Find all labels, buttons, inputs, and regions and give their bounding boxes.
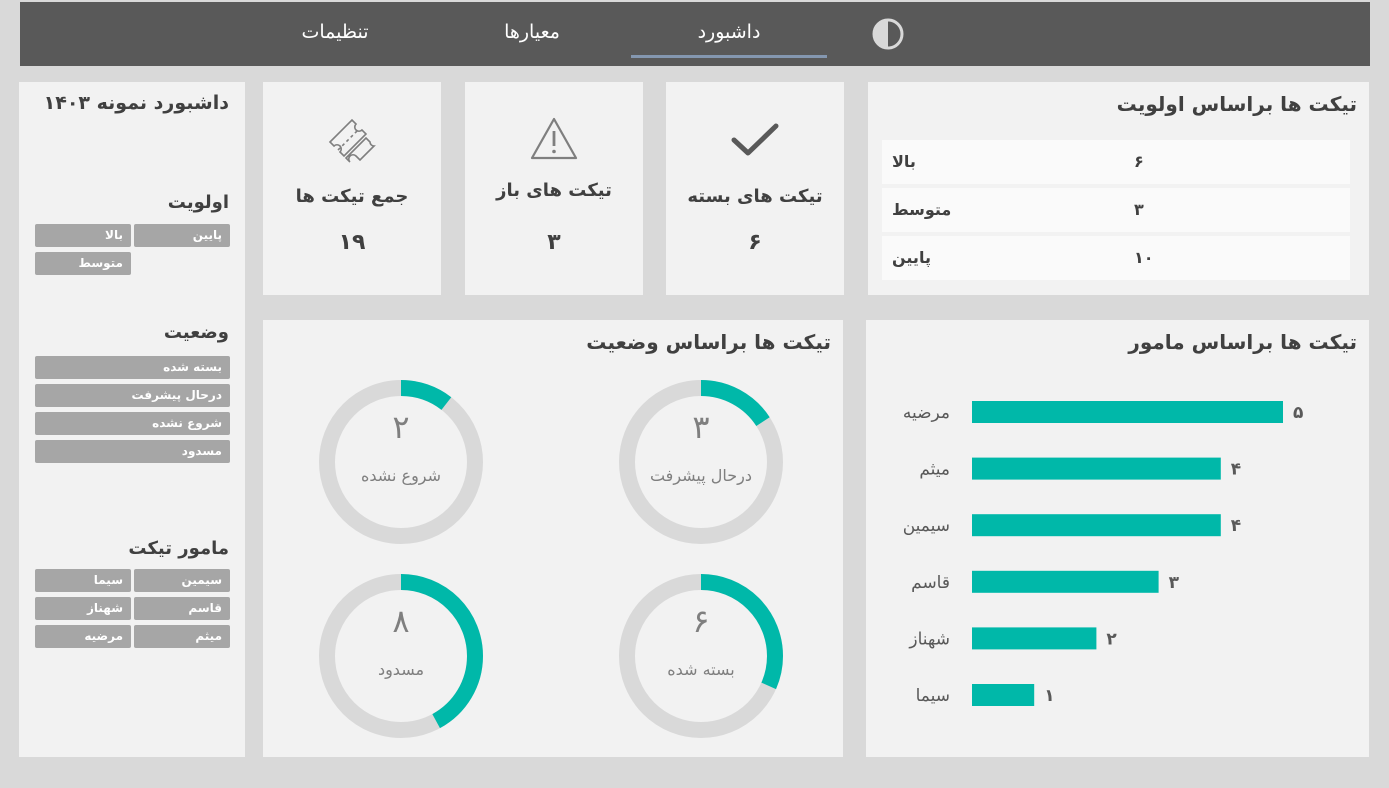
donut-value: ۲: [392, 408, 410, 446]
priority-count: ۶: [1134, 152, 1144, 171]
data-label: ۴: [1231, 516, 1241, 536]
bar-3: [972, 570, 1159, 593]
status-filter-blocked[interactable]: مسدود: [35, 440, 230, 463]
category-label: قاسم: [911, 573, 950, 593]
agent-filter-marzieh[interactable]: مرضیه: [35, 625, 131, 648]
donut-in-progress: ۳ درحال پیشرفت: [617, 378, 785, 546]
priority-table-card: تیکت ها براساس اولویت بالا ۶ متوسط ۳ پای…: [868, 82, 1369, 295]
donut-value: ۸: [392, 602, 410, 640]
donut-label: درحال پیشرفت: [649, 466, 753, 485]
tab-settings[interactable]: تنظیمات: [272, 2, 398, 58]
category-label: سیمین: [903, 516, 950, 536]
agent-slicer-title: مامور تیکت: [128, 538, 229, 559]
top-nav-bar: تنظیمات معیارها داشبورد: [20, 2, 1370, 66]
agent-filter-simin[interactable]: سیمین: [134, 569, 230, 592]
bar-2: [972, 514, 1221, 537]
tab-metrics[interactable]: معیارها: [462, 2, 602, 58]
category-label: مرضیه: [903, 403, 950, 423]
status-filter-not-started[interactable]: شروع نشده: [35, 412, 230, 435]
donut-value: ۳: [692, 408, 710, 446]
kpi-open-tickets: تیکت های باز ۳: [465, 82, 643, 295]
category-label: سیما: [916, 686, 950, 706]
donut-blocked: ۸ مسدود: [317, 572, 485, 740]
donut-label: مسدود: [377, 660, 425, 679]
priority-slicer-title: اولویت: [167, 192, 229, 213]
data-label: ۴: [1231, 460, 1241, 480]
kpi-total-value: ۱۹: [338, 230, 366, 255]
donut-label: بسته شده: [667, 660, 735, 679]
bar-0: [972, 401, 1283, 423]
checkmark-icon: [731, 123, 779, 156]
priority-count: ۱۰: [1134, 248, 1154, 267]
priority-name: متوسط: [892, 200, 952, 219]
data-label: ۲: [1106, 629, 1117, 649]
agent-filter-shahnaz[interactable]: شهناز: [35, 597, 131, 620]
donut-value: ۶: [692, 602, 710, 640]
bar-1: [972, 457, 1221, 480]
priority-count: ۳: [1134, 200, 1144, 219]
bar-5: [972, 684, 1035, 706]
data-label: ۳: [1169, 573, 1180, 593]
category-label: میثم: [919, 460, 950, 480]
contrast-icon[interactable]: [872, 18, 904, 50]
priority-name: پایین: [892, 248, 931, 267]
sidebar-filters: داشبورد نمونه ۱۴۰۳ اولویت پایین بالا متو…: [19, 82, 245, 757]
priority-name: بالا: [892, 152, 916, 171]
kpi-total-label: جمع تیکت ها: [295, 186, 409, 207]
donut-ring: [319, 574, 483, 738]
table-row: متوسط ۳: [882, 188, 1350, 232]
data-label: ۵: [1293, 403, 1303, 423]
priority-filter-high[interactable]: بالا: [35, 224, 131, 247]
status-chart-title: تیکت ها براساس وضعیت: [586, 330, 831, 354]
table-row: پایین ۱۰: [882, 236, 1350, 280]
agent-bar-chart: مرضیه ۵ میثم ۴ سیمین ۴ قاسم ۳ شهناز ۲ سیما ۱: [903, 401, 1303, 706]
kpi-closed-label: تیکت های بسته: [687, 186, 823, 207]
data-label: ۱: [1044, 686, 1054, 706]
kpi-closed-value: ۶: [748, 230, 762, 255]
status-filter-closed[interactable]: بسته شده: [35, 356, 230, 379]
status-chart-card: تیکت ها براساس وضعیت ۳ درحال پیشرفت ۲ شر…: [263, 320, 843, 757]
priority-filter-low[interactable]: پایین: [134, 224, 230, 247]
kpi-total-tickets: جمع تیکت ها ۱۹: [263, 82, 441, 295]
category-label: شهناز: [908, 629, 950, 649]
status-slicer-title: وضعیت: [163, 322, 229, 343]
warning-icon: [530, 117, 578, 160]
donut-ring: [619, 574, 783, 738]
table-row: بالا ۶: [882, 140, 1350, 184]
ticket-icon: [328, 118, 376, 163]
agent-chart-card: تیکت ها براساس مامور مرضیه ۵ میثم ۴ سیمین ۴ قا…: [866, 320, 1369, 757]
priority-table-title: تیکت ها براساس اولویت: [1116, 92, 1357, 116]
kpi-closed-tickets: تیکت های بسته ۶: [666, 82, 844, 295]
kpi-open-label: تیکت های باز: [496, 180, 612, 201]
status-filter-in-progress[interactable]: درحال پیشرفت: [35, 384, 230, 407]
agent-filter-sima[interactable]: سیما: [35, 569, 131, 592]
agent-filter-ghasem[interactable]: قاسم: [134, 597, 230, 620]
donut-ring: [619, 380, 783, 544]
bar-4: [972, 627, 1097, 650]
dashboard-title: داشبورد نمونه ۱۴۰۳: [43, 92, 229, 114]
donut-ring: [319, 380, 483, 544]
donut-closed: ۶ بسته شده: [617, 572, 785, 740]
donut-not-started: ۲ شروع نشده: [317, 378, 485, 546]
agent-filter-meysam[interactable]: میثم: [134, 625, 230, 648]
tab-dashboard[interactable]: داشبورد: [631, 2, 827, 58]
priority-filter-medium[interactable]: متوسط: [35, 252, 131, 275]
kpi-open-value: ۳: [547, 230, 561, 255]
donut-label: شروع نشده: [360, 466, 442, 485]
